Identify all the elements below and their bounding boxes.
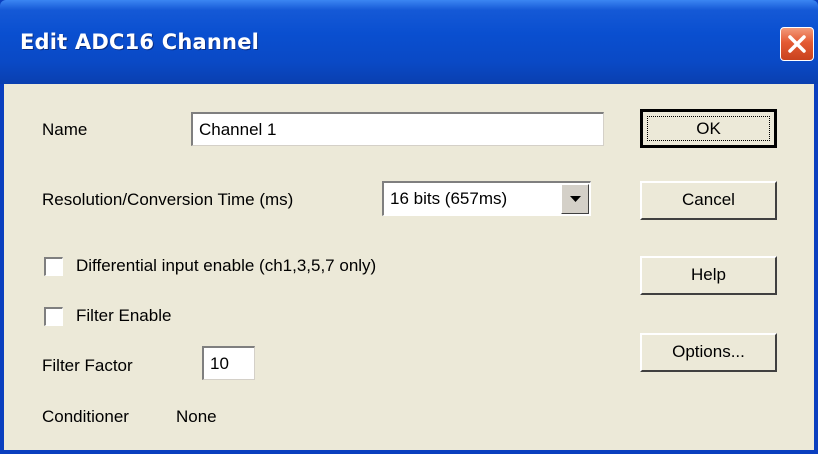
resolution-select[interactable]: 16 bits (657ms) xyxy=(382,181,591,216)
resolution-label: Resolution/Conversion Time (ms) xyxy=(42,190,294,209)
dropdown-button[interactable] xyxy=(561,184,589,214)
dialog-window: Edit ADC16 Channel Name Resolution/Conve… xyxy=(0,0,818,454)
filter-enable-label[interactable]: Filter Enable xyxy=(76,306,171,326)
close-icon xyxy=(788,35,806,53)
differential-label[interactable]: Differential input enable (ch1,3,5,7 onl… xyxy=(76,256,376,276)
name-input[interactable] xyxy=(191,112,604,146)
ok-label: OK xyxy=(696,119,721,138)
filter-enable-checkbox[interactable] xyxy=(44,307,63,326)
differential-checkbox[interactable] xyxy=(44,257,63,276)
resolution-value: 16 bits (657ms) xyxy=(390,189,508,208)
cancel-button[interactable]: Cancel xyxy=(640,181,777,220)
close-button[interactable] xyxy=(780,27,814,61)
name-label: Name xyxy=(42,120,88,139)
ok-button[interactable]: OK xyxy=(640,109,777,148)
filter-factor-label: Filter Factor xyxy=(42,356,133,375)
chevron-down-icon xyxy=(570,196,581,202)
conditioner-value: None xyxy=(176,407,217,426)
conditioner-label: Conditioner xyxy=(42,407,129,426)
options-button[interactable]: Options... xyxy=(640,333,777,372)
dialog-title: Edit ADC16 Channel xyxy=(20,30,260,54)
help-button[interactable]: Help xyxy=(640,256,777,295)
filter-factor-input[interactable] xyxy=(202,346,255,380)
title-bar[interactable]: Edit ADC16 Channel xyxy=(0,0,818,84)
dialog-body: Name Resolution/Conversion Time (ms) 16 … xyxy=(4,84,814,450)
